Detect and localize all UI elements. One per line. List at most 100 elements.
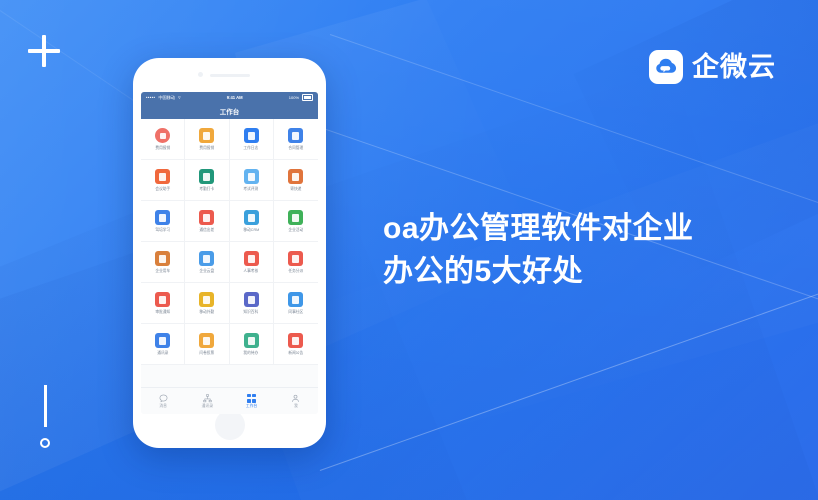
app-icon <box>199 333 215 349</box>
app-label: 企业活动 <box>288 227 304 232</box>
navbar-title: 工作台 <box>219 109 240 116</box>
tab-label: 消息 <box>159 404 167 409</box>
tab-我[interactable]: 我 <box>274 393 318 409</box>
person-icon <box>291 393 301 403</box>
app-icon <box>288 333 304 349</box>
app-label: 寄快递 <box>290 186 302 191</box>
app-icon-glyph <box>203 295 211 304</box>
app-icon-glyph <box>247 295 255 304</box>
headline-line-2: 办公的5大好处 <box>383 254 584 288</box>
app-label: 人事考核 <box>243 268 259 273</box>
app-grid-item[interactable]: 通讯录 <box>141 324 186 365</box>
app-grid-item[interactable]: 通信出差 <box>185 201 230 242</box>
app-label: 同事社区 <box>288 309 304 314</box>
app-label: 企业云盘 <box>199 268 215 273</box>
app-icon-glyph <box>159 254 167 263</box>
app-grid-item[interactable]: 企业云盘 <box>185 242 230 283</box>
app-icon-glyph <box>247 172 255 181</box>
tab-通讯录[interactable]: 通讯录 <box>185 393 229 409</box>
app-label: 审批通知 <box>155 309 171 314</box>
app-icon-glyph <box>292 131 300 140</box>
tab-label: 我 <box>293 404 298 409</box>
brand-logo-text: 企微云 <box>692 51 776 82</box>
app-label: 合同管理 <box>288 145 304 150</box>
tab-工作台[interactable]: 工作台 <box>230 393 274 409</box>
app-icon-glyph <box>203 131 211 140</box>
app-grid-item[interactable]: 驾培学习 <box>141 201 186 242</box>
app-icon-glyph <box>292 213 300 222</box>
app-icon <box>155 210 171 226</box>
tab-消息[interactable]: 消息 <box>141 393 185 409</box>
app-icon-glyph <box>159 172 167 181</box>
bottom-tab-bar: 消息 通讯录 工作台 我 <box>141 387 318 414</box>
chat-bubble-icon <box>158 393 168 403</box>
app-grid-item[interactable]: 新闻公告 <box>273 324 318 365</box>
app-grid-item[interactable]: 费用报销 <box>185 119 230 160</box>
app-grid-item[interactable]: 企业用车 <box>141 242 186 283</box>
app-grid-item[interactable]: 人事考核 <box>229 242 274 283</box>
app-grid-item[interactable]: 同事社区 <box>273 283 318 324</box>
app-icon <box>243 292 259 308</box>
app-grid-item[interactable]: 知识百科 <box>229 283 274 324</box>
app-grid-item[interactable]: 任务分派 <box>273 242 318 283</box>
app-icon <box>288 128 304 144</box>
app-grid-item[interactable]: 考勤打卡 <box>185 160 230 201</box>
app-grid-item[interactable]: 审批通知 <box>141 283 186 324</box>
page-title: oa办公管理软件对企业 办公的5大好处 <box>383 208 783 293</box>
wifi-icon: ▿ <box>178 94 181 101</box>
app-grid-item[interactable]: 合同管理 <box>273 119 318 160</box>
app-icon <box>243 128 259 144</box>
app-icon <box>155 251 171 267</box>
battery-icon <box>302 94 313 101</box>
app-grid-item[interactable]: 费用报销 <box>141 119 186 160</box>
app-grid-item[interactable]: 考试评测 <box>229 160 274 201</box>
home-button[interactable] <box>214 410 245 440</box>
carrier-label: 中国移动 <box>158 94 176 100</box>
brand-logo: 企微云 <box>649 50 776 84</box>
app-icon <box>199 128 215 144</box>
app-icon-glyph <box>159 295 167 304</box>
phone-screen: ••••• 中国移动 ▿ 9:41 AM 100% 工作台 费用报销 费用报销 工作… <box>141 92 318 414</box>
app-grid-item[interactable]: 移动CRM <box>229 201 274 242</box>
app-icon-glyph <box>159 213 167 222</box>
app-label: 新闻公告 <box>288 350 304 355</box>
cloud-chat-icon <box>649 50 683 84</box>
app-icon-glyph <box>247 336 255 345</box>
app-label: 考勤打卡 <box>199 186 215 191</box>
app-label: 通信出差 <box>199 227 215 232</box>
app-label: 费用报销 <box>199 145 215 150</box>
app-icon <box>199 169 215 185</box>
app-icon <box>288 292 304 308</box>
signal-dots-icon: ••••• <box>146 95 156 100</box>
app-label: 移动外勤 <box>199 309 215 314</box>
app-icon <box>243 210 259 226</box>
app-label: 通讯录 <box>157 350 169 355</box>
tab-label: 工作台 <box>245 404 258 409</box>
app-grid-item[interactable]: 寄快递 <box>273 160 318 201</box>
app-grid-item[interactable]: 工作日志 <box>229 119 274 160</box>
app-icon-glyph <box>292 336 300 345</box>
app-grid-item[interactable]: 问卷投票 <box>185 324 230 365</box>
app-label: 工作日志 <box>243 145 259 150</box>
app-grid-item[interactable]: 企业活动 <box>273 201 318 242</box>
app-icon-glyph <box>247 254 255 263</box>
app-icon-glyph <box>159 336 167 345</box>
org-tree-icon <box>202 393 212 403</box>
app-icon <box>155 169 171 185</box>
app-icon <box>199 210 215 226</box>
app-icon-glyph <box>292 295 300 304</box>
app-icon-glyph <box>203 213 211 222</box>
app-grid-item[interactable]: 会议助手 <box>141 160 186 201</box>
app-label: 考试评测 <box>243 186 259 191</box>
front-camera-icon <box>197 72 203 77</box>
app-icon <box>288 169 304 185</box>
app-icon-glyph <box>203 172 211 181</box>
app-icon <box>199 251 215 267</box>
app-label: 会议助手 <box>155 186 171 191</box>
app-icon-glyph <box>292 172 300 181</box>
app-label: 我的待办 <box>243 350 259 355</box>
app-grid-item[interactable]: 我的待办 <box>229 324 274 365</box>
app-grid-item[interactable]: 移动外勤 <box>185 283 230 324</box>
app-label: 驾培学习 <box>155 227 171 232</box>
app-icon <box>199 292 215 308</box>
